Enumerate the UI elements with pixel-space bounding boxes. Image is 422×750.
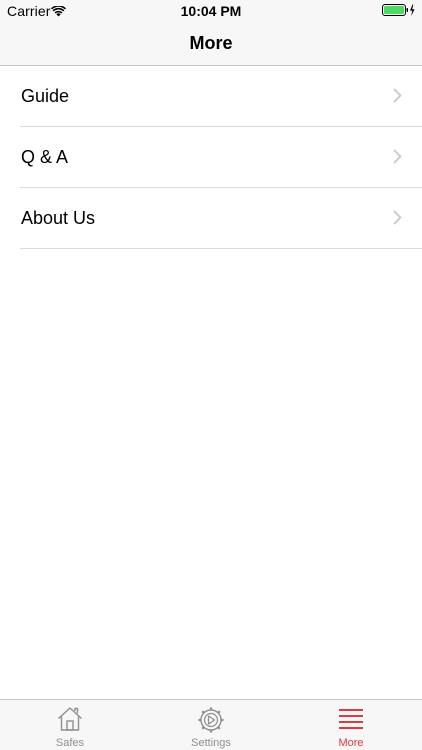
menu-item-label: About Us [21, 208, 96, 228]
tab-label: Settings [191, 737, 231, 749]
house-icon [56, 706, 84, 737]
tab-more[interactable]: More [281, 700, 421, 750]
menu-item-label: Q & A [21, 147, 69, 167]
tab-safes[interactable]: Safes [0, 700, 140, 750]
status-time: 10:04 PM [180, 3, 242, 19]
menu-item-label: Guide [21, 86, 70, 106]
chevron-right-icon [393, 149, 402, 169]
status-bar: Carrier 10:04 PM [0, 0, 422, 22]
page-title: More [189, 33, 233, 53]
chevron-right-icon [393, 88, 402, 108]
tab-label: More [338, 737, 364, 749]
menu-item-qa[interactable]: Q & A [20, 127, 422, 188]
more-menu-list: Guide Q & A About Us [0, 66, 422, 249]
menu-icon [337, 706, 365, 737]
menu-item-about-us[interactable]: About Us [20, 188, 422, 249]
menu-item-guide[interactable]: Guide [20, 66, 422, 127]
tab-label: Safes [55, 737, 85, 749]
tab-settings[interactable]: Settings [141, 700, 281, 750]
battery-charging-icon [382, 4, 416, 22]
gear-icon [197, 706, 225, 739]
navigation-bar: More [0, 22, 422, 66]
chevron-right-icon [393, 210, 402, 230]
tab-bar: Safes Settings More [0, 699, 422, 750]
